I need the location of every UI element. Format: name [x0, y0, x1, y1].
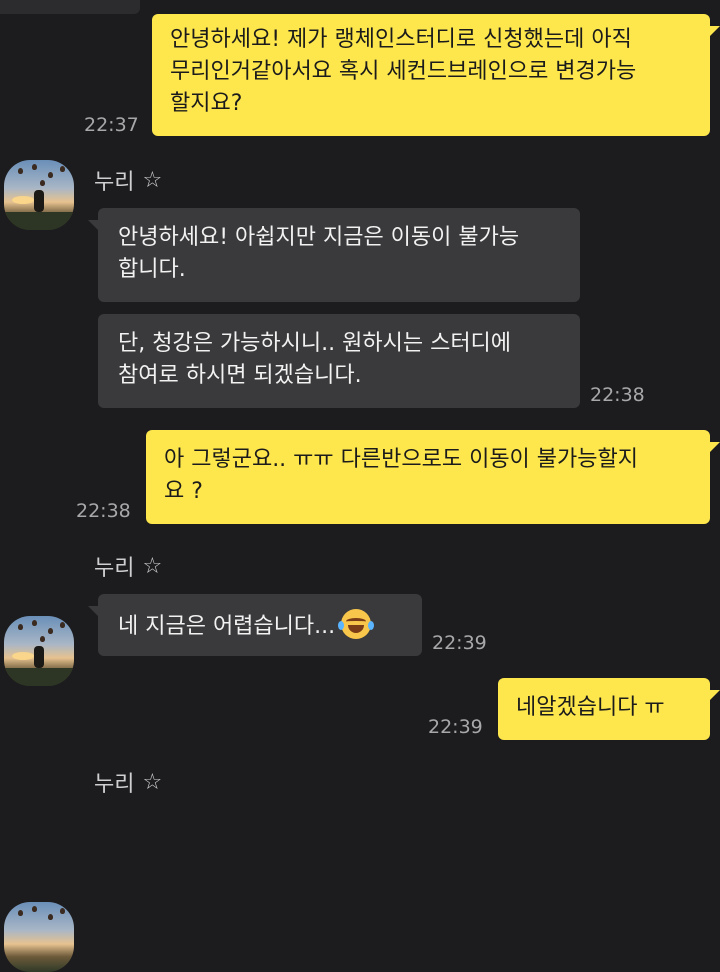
message-time: 22:38 [590, 384, 645, 406]
star-icon[interactable]: ☆ [142, 168, 162, 193]
sender-name-label: 누리 [94, 556, 135, 581]
their-message-bubble[interactable]: 안녕하세요! 아쉽지만 지금은 이동이 불가능 합니다. [88, 208, 580, 302]
my-message-bubble[interactable]: 안녕하세요! 제가 랭체인스터디로 신청했는데 아직 무리인거같아서요 혹시 세… [152, 14, 720, 136]
sender-name: 누리 ☆ [94, 164, 162, 196]
message-time: 22:39 [428, 716, 483, 738]
my-message-bubble[interactable]: 네알겠습니다 ㅠ [498, 678, 720, 740]
star-icon[interactable]: ☆ [142, 770, 162, 795]
message-time: 22:39 [432, 632, 487, 654]
sender-name: 누리 ☆ [94, 766, 162, 798]
avatar[interactable] [4, 902, 74, 972]
avatar[interactable] [4, 160, 74, 230]
sender-name-label: 누리 [94, 170, 135, 195]
their-message-bubble[interactable]: 단, 청강은 가능하시니.. 원하시는 스터디에 참여로 하시면 되겠습니다. [98, 314, 580, 408]
star-icon[interactable]: ☆ [142, 554, 162, 579]
message-text: 네 지금은 어렵습니다... [118, 614, 336, 639]
avatar[interactable] [4, 616, 74, 686]
previous-message-remnant [0, 0, 140, 14]
their-message-bubble[interactable]: 네 지금은 어렵습니다... [88, 594, 422, 656]
message-time: 22:38 [76, 500, 131, 522]
my-message-bubble[interactable]: 아 그렇군요.. ㅠㅠ 다른반으로도 이동이 불가능할지 요 ? [146, 430, 720, 524]
sender-name: 누리 ☆ [94, 550, 162, 582]
sender-name-label: 누리 [94, 772, 135, 797]
laughing-tears-emoji-icon [338, 609, 375, 639]
message-time: 22:37 [84, 114, 139, 136]
